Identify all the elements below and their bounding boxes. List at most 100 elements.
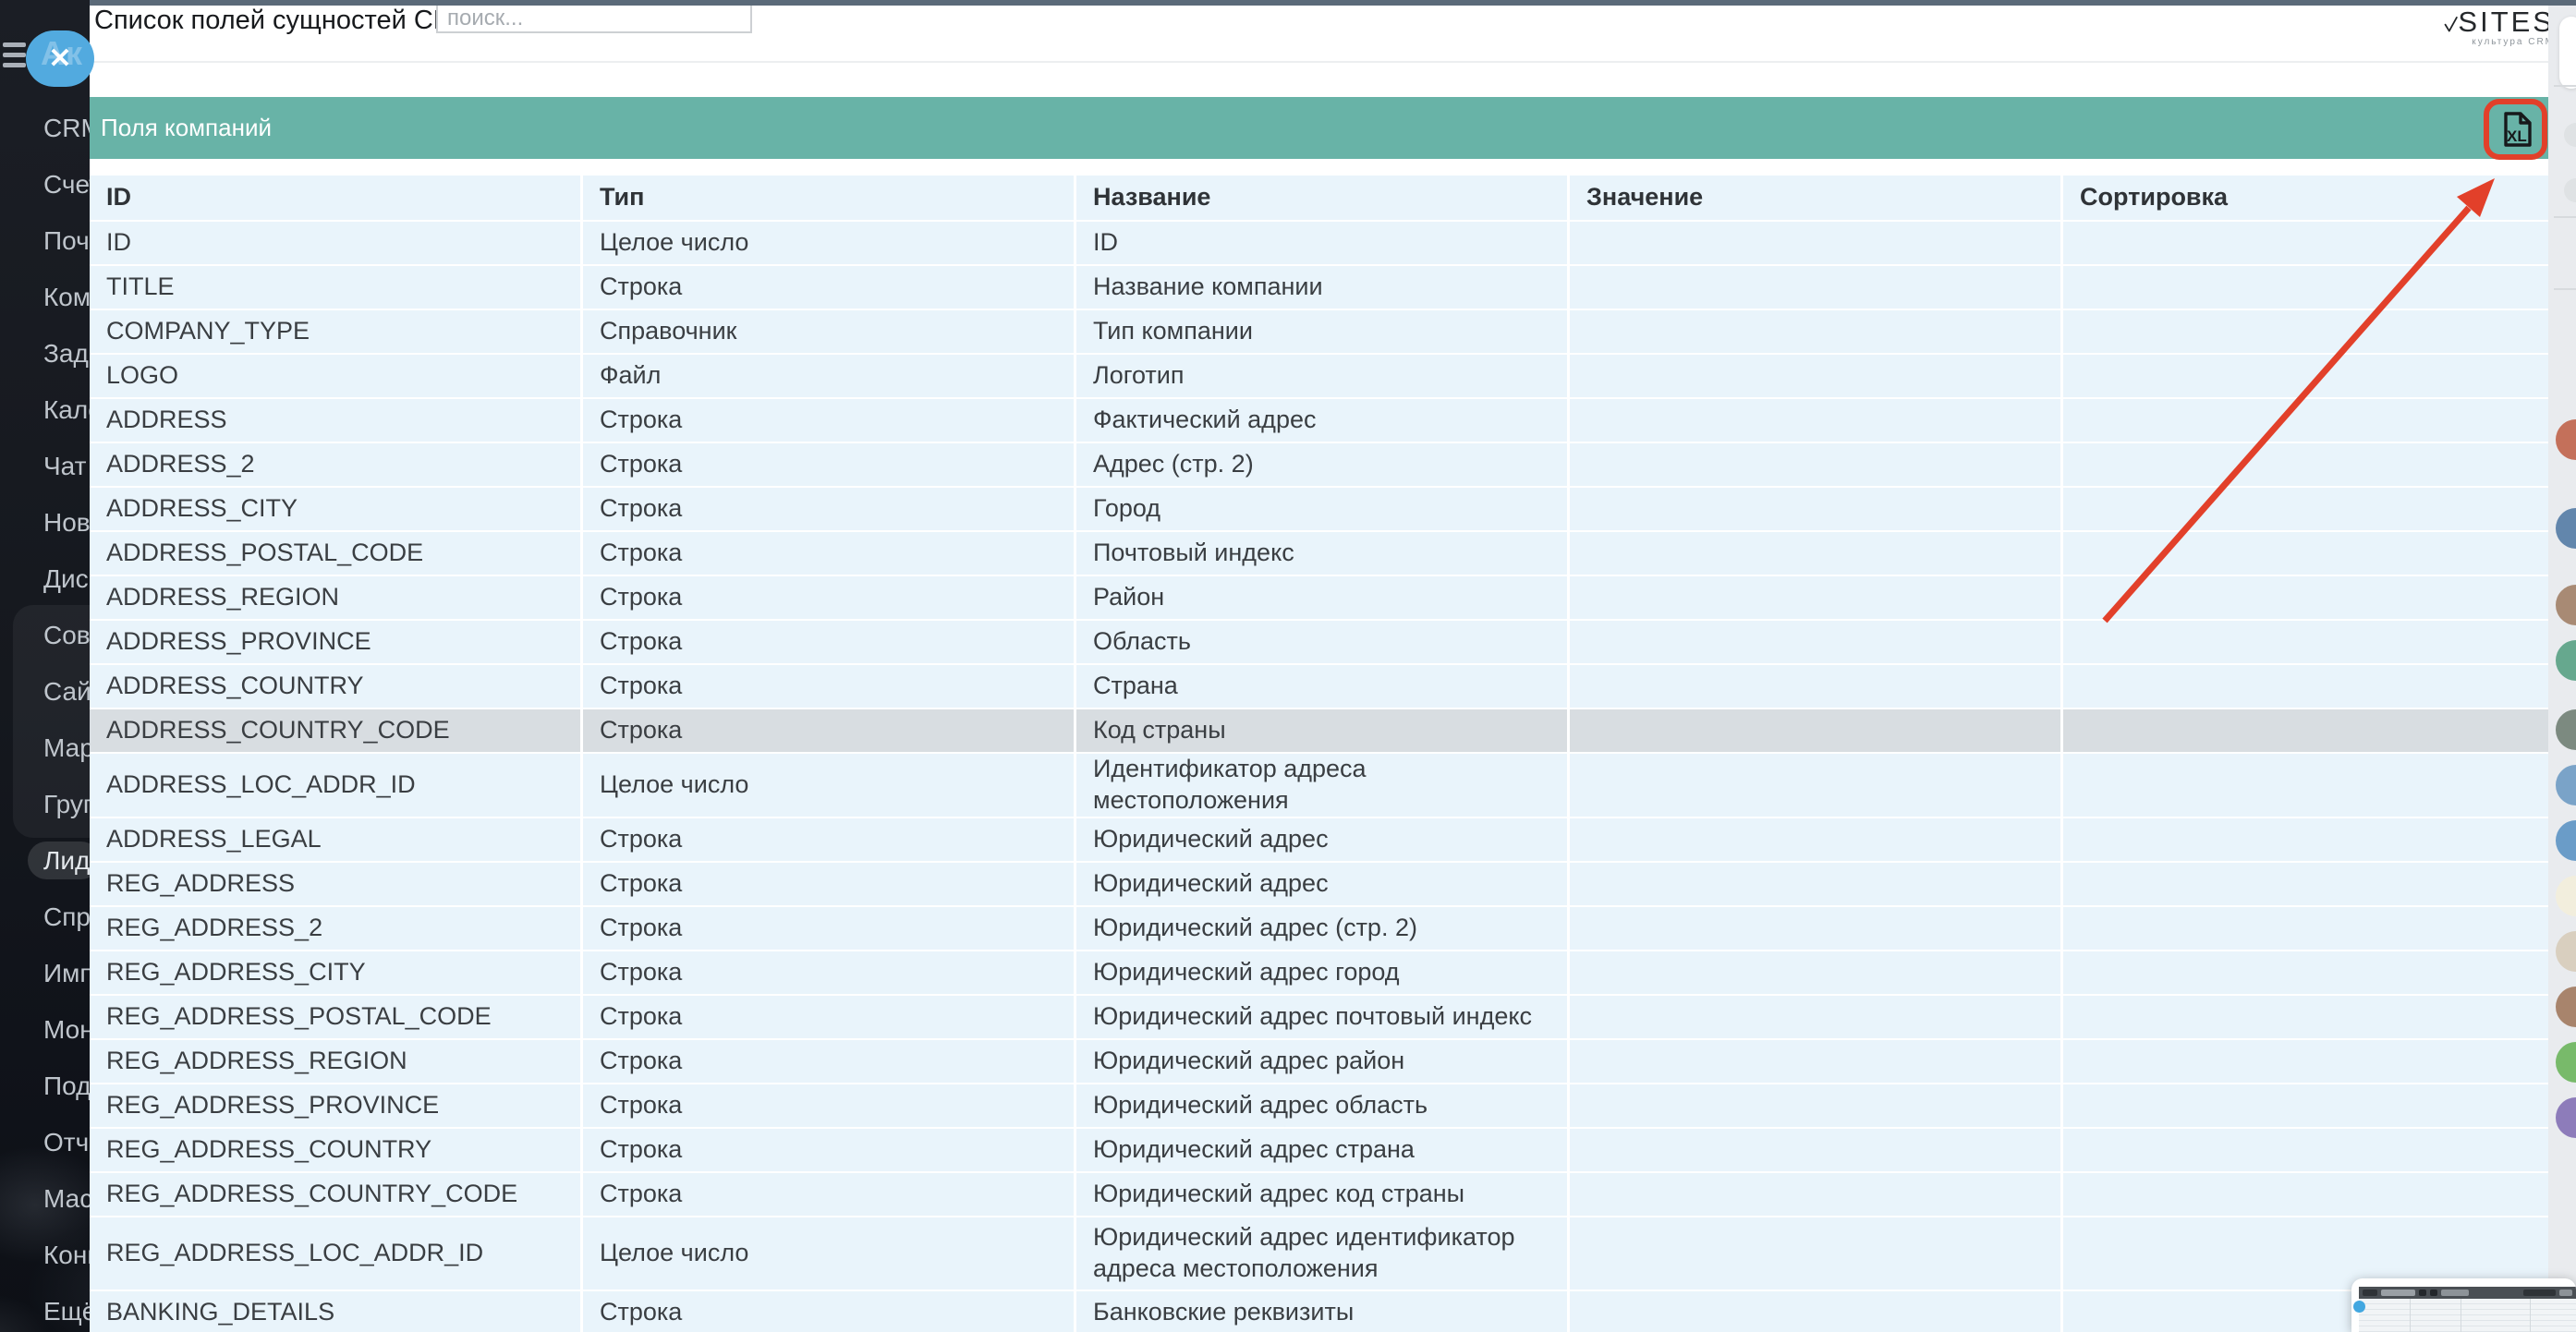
export-xlsx-button[interactable]: XL <box>2484 99 2547 160</box>
cell-id: REG_ADDRESS_CITY <box>90 951 583 996</box>
sidebar-item-leads[interactable]: Лиды <box>0 832 90 889</box>
sidebar-item-invoices[interactable]: Счет <box>0 156 90 212</box>
sidebar-item-disk[interactable]: Диск <box>0 551 90 607</box>
avatar-dot[interactable] <box>2556 1042 2576 1083</box>
avatar-dot[interactable] <box>2556 508 2576 549</box>
sidebar-item-reference[interactable]: Спра <box>0 889 90 945</box>
table-row[interactable]: REG_ADDRESS_2СтрокаЮридический адрес (ст… <box>90 907 2548 951</box>
right-panel-button[interactable] <box>2559 17 2576 89</box>
cell-name: ID <box>1076 222 1570 266</box>
cell-name: Тип компании <box>1076 310 1570 355</box>
cell-type: Файл <box>583 355 1076 399</box>
table-row[interactable]: REG_ADDRESS_PROVINCEСтрокаЮридический ад… <box>90 1084 2548 1129</box>
sidebar-item-label: Сайт <box>43 677 90 706</box>
sidebar-item-conversion[interactable]: Конв <box>0 1227 90 1283</box>
avatar-dot[interactable] <box>2556 585 2576 625</box>
column-header: ID <box>90 176 583 222</box>
table-row[interactable]: ADDRESS_COUNTRYСтрокаСтрана <box>90 665 2548 709</box>
avatar-dot[interactable] <box>2556 876 2576 916</box>
table-row[interactable]: REG_ADDRESS_REGIONСтрокаЮридический адре… <box>90 1040 2548 1084</box>
cell-sort <box>2063 863 2548 907</box>
screenshare-thumbnail-window[interactable] <box>2351 1278 2576 1332</box>
table-row[interactable]: TITLEСтрокаНазвание компании <box>90 266 2548 310</box>
cell-sort <box>2063 532 2548 576</box>
cell-name: Юридический адрес <box>1076 863 1570 907</box>
table-row[interactable]: ADDRESS_POSTAL_CODEСтрокаПочтовый индекс <box>90 532 2548 576</box>
sidebar-item-subscription[interactable]: Подп <box>0 1058 90 1114</box>
table-row[interactable]: REG_ADDRESSСтрокаЮридический адрес <box>90 863 2548 907</box>
brand-tagline: культура CRM <box>2458 37 2555 47</box>
sidebar-item-market[interactable]: Мар <box>0 720 90 776</box>
table-row[interactable]: ADDRESS_PROVINCEСтрокаОбласть <box>90 621 2548 665</box>
sidebar-item-label: Мон <box>43 1015 90 1044</box>
cell-sort <box>2063 621 2548 665</box>
sidebar-item-label: Совм <box>43 621 90 649</box>
sidebar-item-label: Спра <box>43 902 90 931</box>
assistant-close-button[interactable]: Ак ✕ <box>26 30 94 87</box>
avatar-dot[interactable] <box>2556 419 2576 460</box>
avatar-dot[interactable] <box>2556 931 2576 972</box>
avatar-dot[interactable] <box>2556 820 2576 861</box>
avatar-dot[interactable] <box>2564 178 2576 202</box>
table-row[interactable]: ADDRESSСтрокаФактический адрес <box>90 399 2548 443</box>
sidebar-item-import[interactable]: Имп <box>0 945 90 1001</box>
sidebar-item-reports[interactable]: Отчё <box>0 1114 90 1170</box>
sidebar-item-collab[interactable]: Совм <box>0 607 90 663</box>
sidebar-item-companies[interactable]: Комп <box>0 269 90 325</box>
page-header: Список полей сущностей CRM SITES культур… <box>90 6 2548 97</box>
sidebar-item-mass[interactable]: Масс <box>0 1170 90 1227</box>
cell-sort <box>2063 996 2548 1040</box>
sidebar-item-mail[interactable]: Почт <box>0 212 90 269</box>
brand-logo: SITES культура CRM <box>2444 2 2555 48</box>
sidebar-item-sites[interactable]: Сайт <box>0 663 90 720</box>
table-row[interactable]: ADDRESS_CITYСтрокаГород <box>90 488 2548 532</box>
cell-id: COMPANY_TYPE <box>90 310 583 355</box>
table-row[interactable]: ADDRESS_LEGALСтрокаЮридический адрес <box>90 818 2548 863</box>
table-row[interactable]: IDЦелое числоID <box>90 222 2548 266</box>
cell-value <box>1570 621 2063 665</box>
table-row[interactable]: ADDRESS_2СтрокаАдрес (стр. 2) <box>90 443 2548 488</box>
sidebar-item-groups[interactable]: Груп <box>0 776 90 832</box>
cell-type: Строка <box>583 1040 1076 1084</box>
section-title: Поля компаний <box>101 114 272 142</box>
table-row[interactable]: REG_ADDRESS_CITYСтрокаЮридический адрес … <box>90 951 2548 996</box>
avatar-dot[interactable] <box>2556 987 2576 1027</box>
cell-name: Адрес (стр. 2) <box>1076 443 1570 488</box>
cell-type: Строка <box>583 621 1076 665</box>
sidebar-item-more[interactable]: Ещё <box>0 1283 90 1332</box>
column-header: Тип <box>583 176 1076 222</box>
cell-name: Логотип <box>1076 355 1570 399</box>
table-row[interactable]: ADDRESS_REGIONСтрокаРайон <box>90 576 2548 621</box>
avatar-dot[interactable] <box>2564 123 2576 147</box>
table-row[interactable]: BANKING_DETAILSСтрокаБанковские реквизит… <box>90 1291 2548 1332</box>
cell-id: ADDRESS_REGION <box>90 576 583 621</box>
sidebar-item-crm[interactable]: CRM <box>0 100 90 156</box>
cell-sort <box>2063 1129 2548 1173</box>
table-row[interactable]: LOGOФайлЛоготип <box>90 355 2548 399</box>
table-row[interactable]: ADDRESS_LOC_ADDR_IDЦелое числоИдентифика… <box>90 754 2548 818</box>
avatar-dot[interactable] <box>2556 765 2576 805</box>
table-row[interactable]: REG_ADDRESS_COUNTRYСтрокаЮридический адр… <box>90 1129 2548 1173</box>
cell-id: REG_ADDRESS_LOC_ADDR_ID <box>90 1217 583 1291</box>
hamburger-menu-icon[interactable] <box>3 42 27 68</box>
search-input[interactable] <box>436 4 752 33</box>
table-row[interactable]: ADDRESS_COUNTRY_CODEСтрокаКод страны <box>90 709 2548 754</box>
sidebar-item-monitor[interactable]: Мон <box>0 1001 90 1058</box>
avatar-dot[interactable] <box>2556 709 2576 750</box>
cell-value <box>1570 576 2063 621</box>
sidebar-item-chat[interactable]: Чат <box>0 438 90 494</box>
sidebar-item-label: Счет <box>43 170 90 199</box>
sidebar-item-label: Комп <box>43 283 90 311</box>
cell-name: Область <box>1076 621 1570 665</box>
table-row[interactable]: REG_ADDRESS_LOC_ADDR_IDЦелое числоЮридич… <box>90 1217 2548 1291</box>
table-row[interactable]: COMPANY_TYPEСправочникТип компании <box>90 310 2548 355</box>
cell-name: Район <box>1076 576 1570 621</box>
avatar-dot[interactable] <box>2556 640 2576 681</box>
sidebar-item-news[interactable]: Новс <box>0 494 90 551</box>
sidebar-item-tasks[interactable]: Зада <box>0 325 90 381</box>
table-row[interactable]: REG_ADDRESS_COUNTRY_CODEСтрокаЮридически… <box>90 1173 2548 1217</box>
table-row[interactable]: REG_ADDRESS_POSTAL_CODEСтрокаЮридический… <box>90 996 2548 1040</box>
cell-name: Почтовый индекс <box>1076 532 1570 576</box>
avatar-dot[interactable] <box>2556 1097 2576 1138</box>
sidebar-item-calendar[interactable]: Кале <box>0 381 90 438</box>
